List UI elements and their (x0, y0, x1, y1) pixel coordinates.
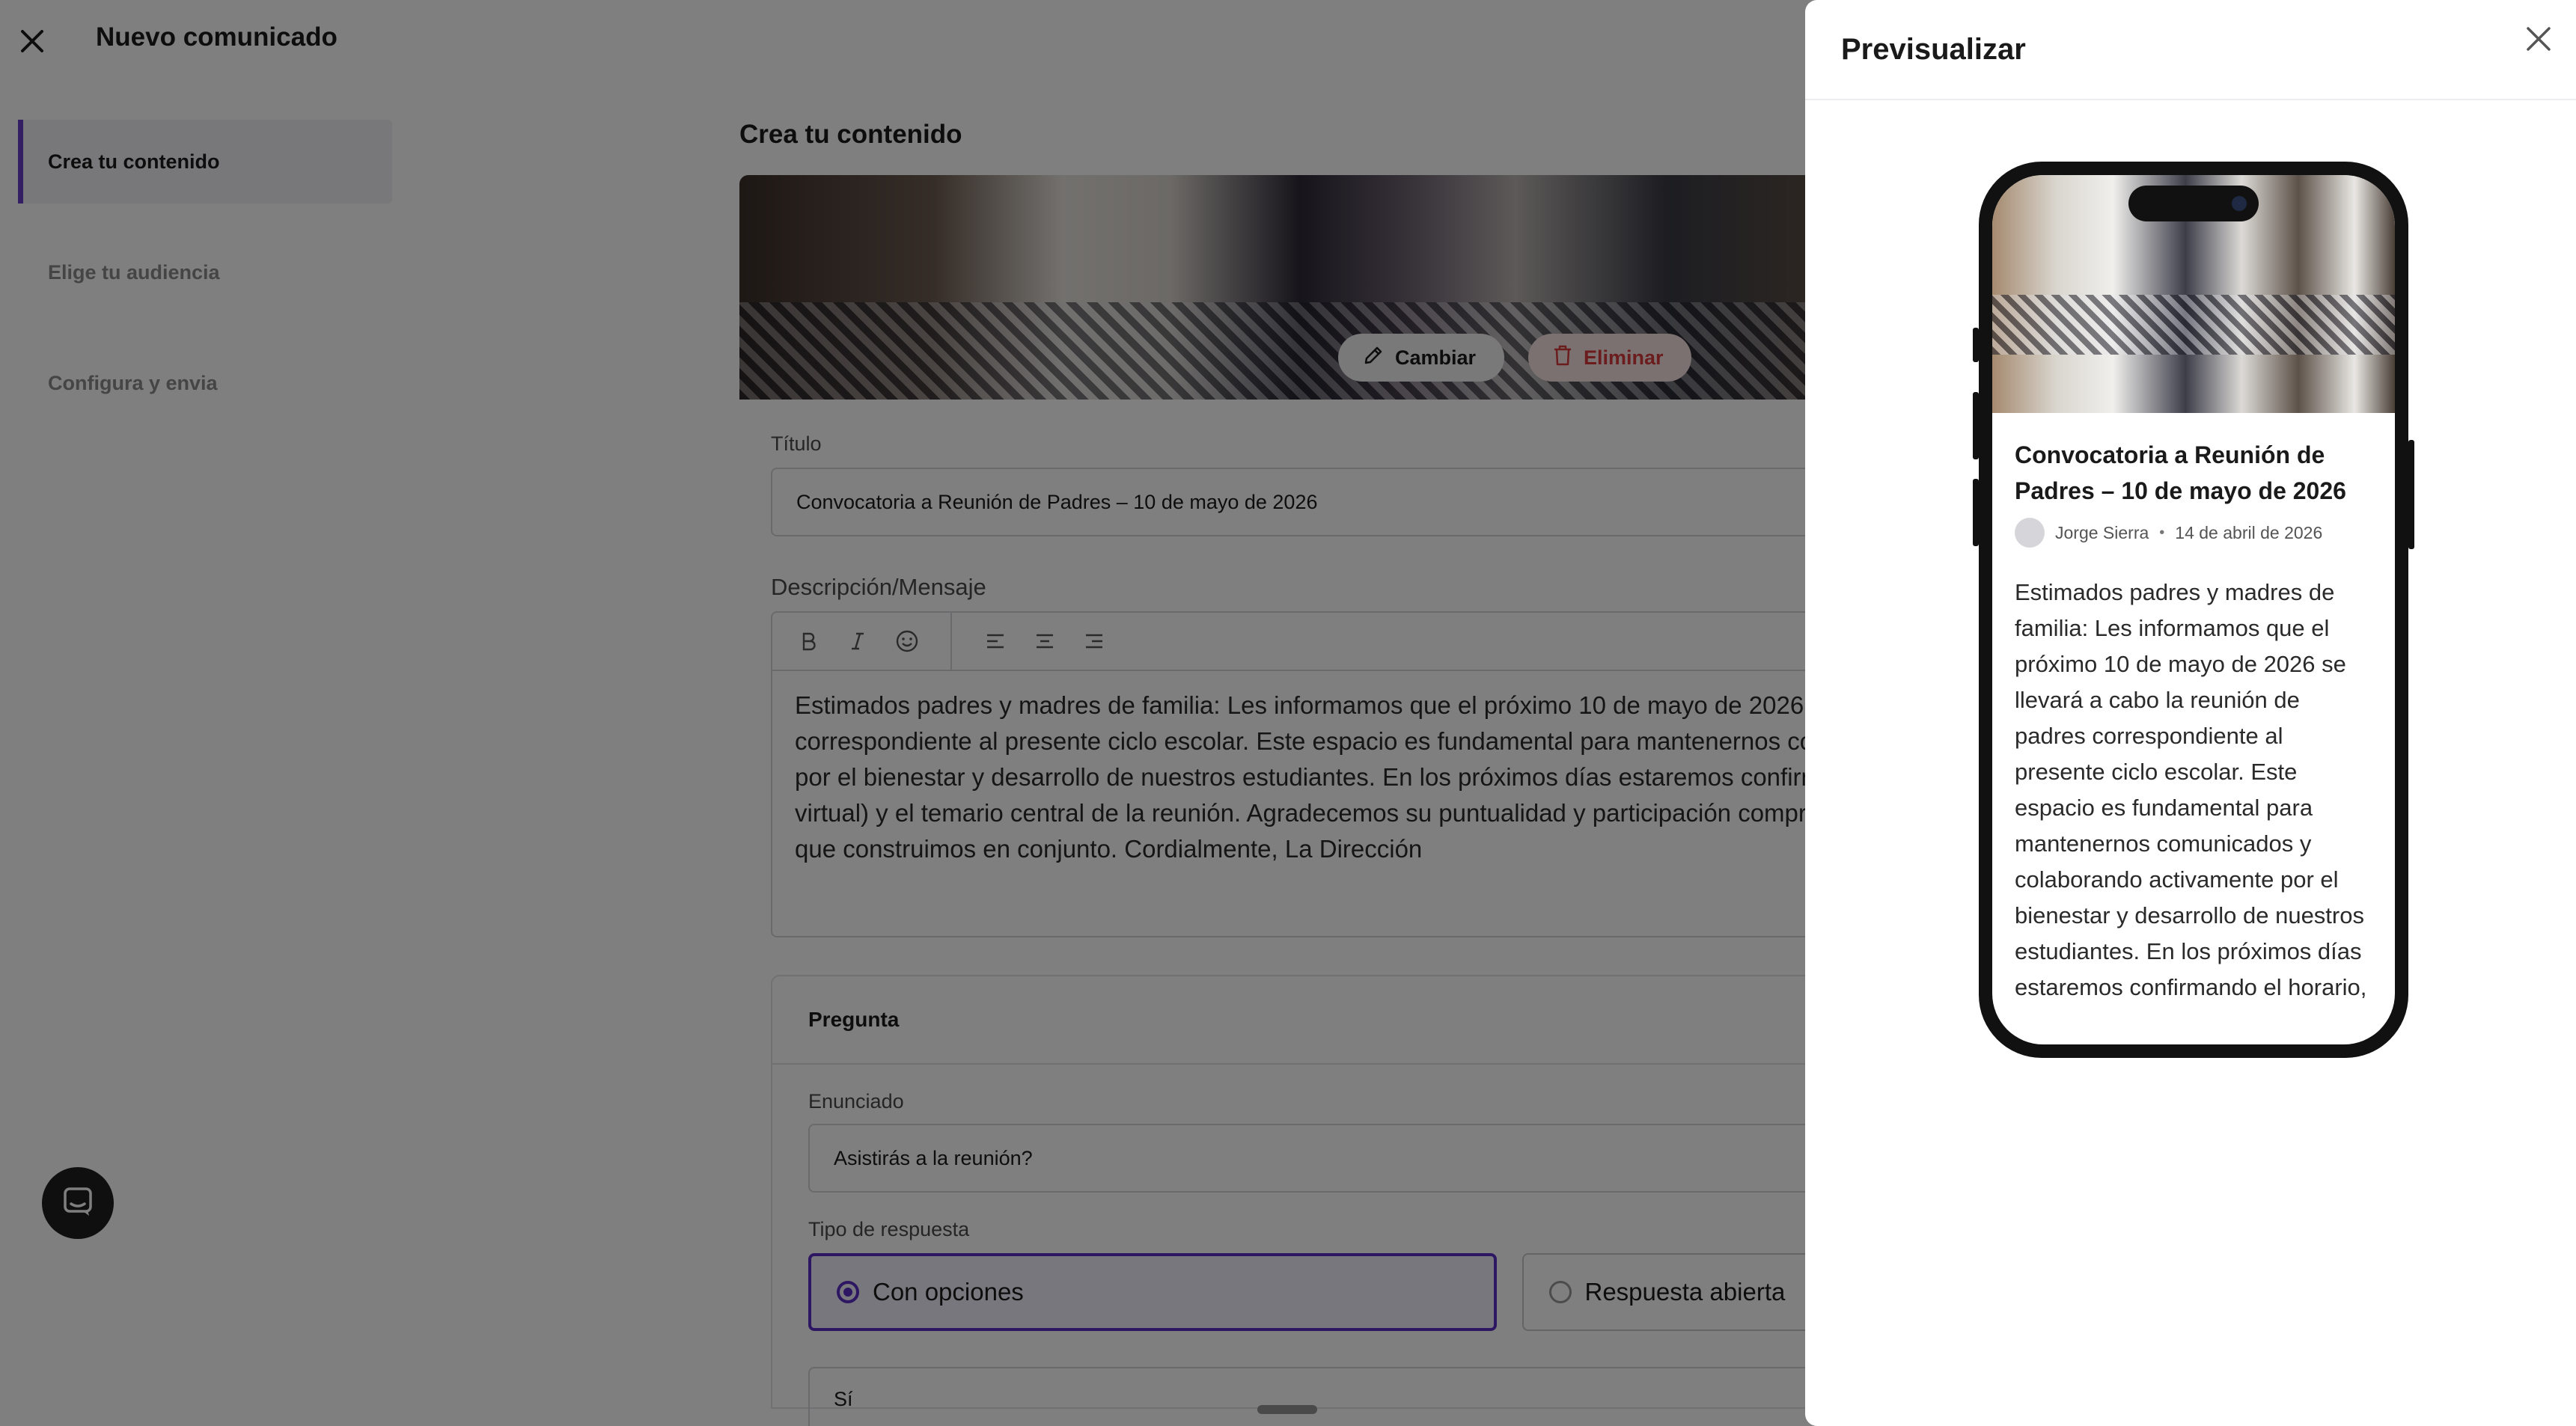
preview-cover-image (1992, 175, 2395, 413)
publish-date: 14 de abril de 2026 (2175, 522, 2323, 542)
preview-header: Previsualizar (1805, 0, 2576, 100)
preview-cover-pattern (1992, 295, 2395, 355)
phone-mockup: Convocatoria a Reunión de Padres – 10 de… (1973, 162, 2414, 1058)
scrollbar-handle[interactable] (1257, 1405, 1317, 1414)
camera-icon (2232, 196, 2247, 211)
preview-panel: Previsualizar Convocatoria a Reunión de … (1805, 0, 2576, 1426)
close-icon[interactable] (2522, 22, 2555, 55)
meta-separator: • (2159, 524, 2165, 541)
phone-side-button (2408, 440, 2414, 549)
phone-side-button (1973, 392, 1979, 459)
phone-side-button (1973, 328, 1979, 362)
preview-card-title: Convocatoria a Reunión de Padres – 10 de… (2015, 441, 2346, 504)
avatar (2015, 518, 2045, 548)
preview-meta: Jorge Sierra • 14 de abril de 2026 (2015, 518, 2372, 548)
phone-screen: Convocatoria a Reunión de Padres – 10 de… (1992, 175, 2395, 1044)
author-name: Jorge Sierra (2055, 522, 2149, 542)
preview-title: Previsualizar (1841, 33, 2026, 66)
preview-card: Convocatoria a Reunión de Padres – 10 de… (1992, 413, 2395, 1006)
dynamic-island (2128, 186, 2259, 221)
phone-side-button (1973, 479, 1979, 546)
preview-body: Estimados padres y madres de familia: Le… (2015, 579, 2367, 1000)
